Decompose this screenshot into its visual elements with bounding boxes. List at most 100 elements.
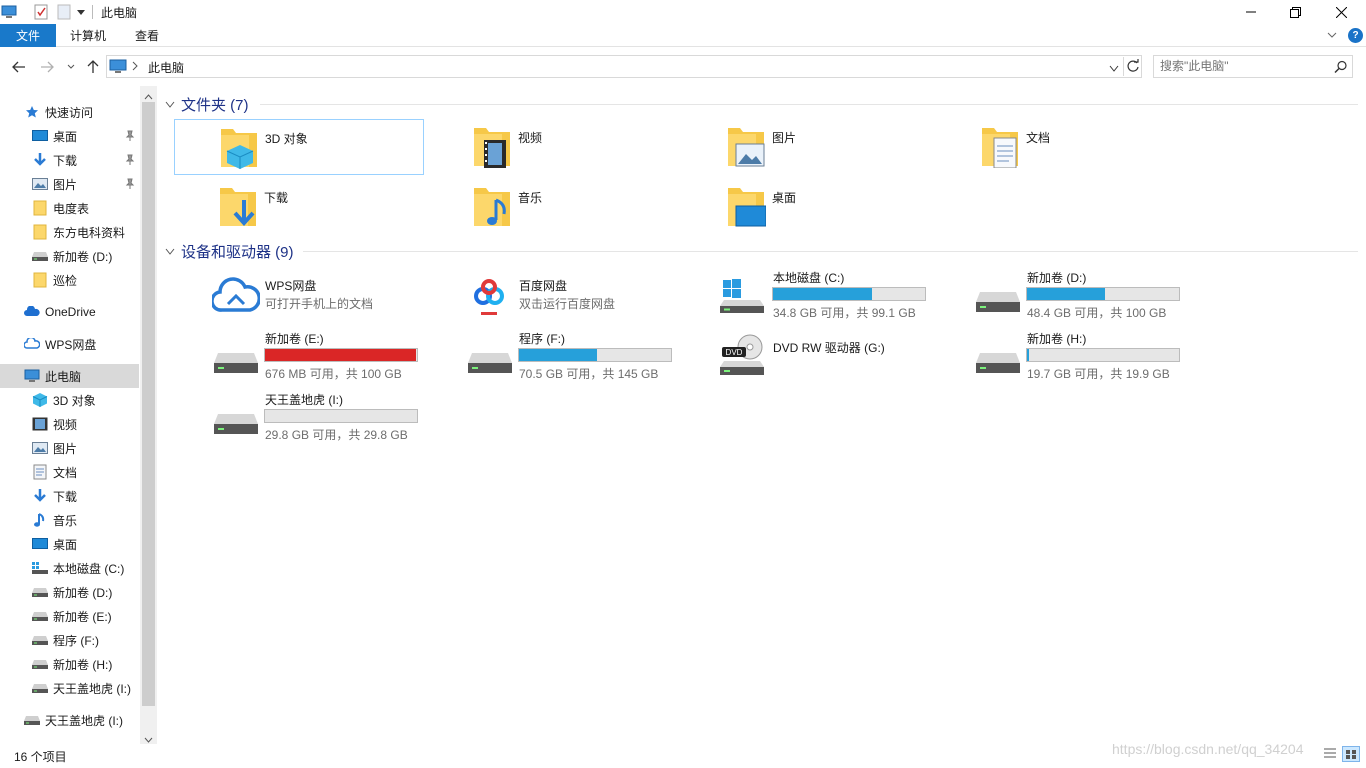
drive-space-info: 48.4 GB 可用，共 100 GB	[1027, 306, 1167, 320]
nav-item-folder[interactable]: 巡检	[0, 268, 139, 292]
pin-icon[interactable]	[125, 178, 135, 190]
drive-tile-h[interactable]: 新加卷 (H:) 19.7 GB 可用，共 19.9 GB	[970, 327, 1210, 383]
tiles-view-icon[interactable]	[1342, 746, 1360, 762]
devices-group-header[interactable]: 设备和驱动器 (9)	[165, 241, 294, 262]
nav-quick-access[interactable]: 快速访问	[0, 100, 139, 124]
nav-item-downloads[interactable]: 下载	[0, 484, 139, 508]
drive-name: 程序 (F:)	[519, 332, 565, 346]
wps-cloud-icon	[210, 274, 261, 317]
nav-item-documents[interactable]: 文档	[0, 460, 139, 484]
nav-item-drive-d[interactable]: 新加卷 (D:)	[0, 580, 139, 604]
folder-tile-music[interactable]: 音乐	[428, 179, 678, 235]
forward-arrow-icon[interactable]	[38, 57, 56, 77]
folder-label: 音乐	[518, 191, 543, 205]
up-arrow-icon[interactable]	[84, 57, 102, 77]
restore-button[interactable]	[1272, 0, 1318, 24]
folder-tile-documents[interactable]: 文档	[936, 119, 1186, 175]
cube-icon	[32, 392, 48, 408]
pin-icon[interactable]	[125, 130, 135, 142]
breadcrumb-separator-icon[interactable]	[132, 60, 138, 74]
minimize-button[interactable]	[1228, 0, 1274, 24]
address-dropdown-chevron-icon[interactable]	[1109, 62, 1119, 76]
scroll-down-arrow-icon[interactable]	[144, 732, 153, 746]
nav-scrollbar[interactable]	[140, 86, 157, 744]
folder-videos-icon	[472, 124, 512, 171]
nav-label: 下载	[53, 489, 78, 504]
nav-label: 天王盖地虎 (I:)	[53, 681, 131, 696]
nav-item-desktop[interactable]: 桌面	[0, 124, 139, 148]
nav-label: 3D 对象	[53, 393, 96, 408]
nav-item-drive-e[interactable]: 新加卷 (E:)	[0, 604, 139, 628]
group-divider	[260, 104, 1358, 105]
nav-wps[interactable]: WPS网盘	[0, 332, 139, 356]
tab-computer[interactable]: 计算机	[58, 24, 118, 47]
customize-toolbar-dropdown[interactable]	[75, 3, 87, 21]
tab-view[interactable]: 查看	[122, 24, 172, 47]
search-input[interactable]	[1160, 59, 1330, 73]
folders-group-header[interactable]: 文件夹 (7)	[165, 94, 249, 115]
expand-ribbon-chevron-icon[interactable]	[1325, 28, 1341, 44]
nav-item-videos[interactable]: 视频	[0, 412, 139, 436]
nav-item-drive-c[interactable]: 本地磁盘 (C:)	[0, 556, 139, 580]
folder-label: 桌面	[772, 191, 797, 205]
computer-icon[interactable]	[0, 3, 18, 21]
windows-drive-icon	[720, 278, 768, 317]
folder-tile-downloads[interactable]: 下载	[174, 179, 424, 235]
nav-onedrive[interactable]: OneDrive	[0, 300, 139, 324]
nav-item-drive-h[interactable]: 新加卷 (H:)	[0, 652, 139, 676]
drive-tile-d[interactable]: 新加卷 (D:) 48.4 GB 可用，共 100 GB	[970, 266, 1210, 322]
back-arrow-icon[interactable]	[10, 57, 28, 77]
breadcrumb-this-pc[interactable]: 此电脑	[148, 59, 184, 76]
folder-tile-desktop[interactable]: 桌面	[682, 179, 932, 235]
wps-cloud-icon	[24, 336, 40, 352]
drive-tile-i[interactable]: 天王盖地虎 (I:) 29.8 GB 可用，共 29.8 GB	[208, 388, 448, 444]
drive-tile-e[interactable]: 新加卷 (E:) 676 MB 可用，共 100 GB	[208, 327, 448, 383]
nav-item-desktop[interactable]: 桌面	[0, 532, 139, 556]
nav-removable-drive-i[interactable]: 天王盖地虎 (I:)	[0, 708, 139, 732]
dvd-drive-tile-g[interactable]: DVD DVD RW 驱动器 (G:)	[716, 327, 956, 383]
nav-item-pictures[interactable]: 图片	[0, 172, 139, 196]
pin-icon[interactable]	[125, 154, 135, 166]
nav-item-downloads[interactable]: 下载	[0, 148, 139, 172]
drive-name: DVD RW 驱动器 (G:)	[773, 341, 885, 355]
nav-item-drive-f[interactable]: 程序 (F:)	[0, 628, 139, 652]
search-icon[interactable]	[1334, 60, 1348, 77]
nav-item-drive-d[interactable]: 新加卷 (D:)	[0, 244, 139, 268]
folders-group-title: 文件夹 (7)	[181, 97, 249, 114]
search-box[interactable]	[1153, 55, 1353, 78]
nav-item-folder[interactable]: 东方电科资料	[0, 220, 139, 244]
folder-tile-3d-objects[interactable]: 3D 对象	[174, 119, 424, 175]
drive-tile-f[interactable]: 程序 (F:) 70.5 GB 可用，共 145 GB	[462, 327, 702, 383]
nav-item-folder[interactable]: 电度表	[0, 196, 139, 220]
nav-this-pc[interactable]: 此电脑	[0, 364, 139, 388]
wps-cloud-tile[interactable]: WPS网盘 可打开手机上的文档	[208, 270, 448, 326]
drive-space-info: 676 MB 可用，共 100 GB	[265, 367, 402, 381]
baidu-netdisk-tile[interactable]: 百度网盘 双击运行百度网盘	[462, 270, 702, 326]
refresh-icon[interactable]	[1126, 59, 1140, 76]
film-icon	[32, 416, 48, 432]
scroll-up-arrow-icon[interactable]	[144, 89, 153, 103]
baidu-netdisk-icon	[466, 272, 512, 321]
tab-file[interactable]: 文件	[0, 24, 56, 47]
nav-item-pictures[interactable]: 图片	[0, 436, 139, 460]
close-button[interactable]	[1318, 0, 1364, 24]
address-bar[interactable]: 此电脑	[106, 55, 1142, 78]
drive-tile-c[interactable]: 本地磁盘 (C:) 34.8 GB 可用，共 99.1 GB	[716, 266, 956, 322]
help-button[interactable]: ?	[1348, 28, 1363, 43]
nav-item-drive-i[interactable]: 天王盖地虎 (I:)	[0, 676, 139, 700]
nav-item-music[interactable]: 音乐	[0, 508, 139, 532]
nav-item-3d-objects[interactable]: 3D 对象	[0, 388, 139, 412]
recent-locations-chevron-icon[interactable]	[64, 57, 78, 77]
navigation-pane: 快速访问 桌面 下载 图片 电度表 东方电科资料 新加卷 (D:) 巡检 One…	[0, 86, 157, 744]
nav-label: 本地磁盘 (C:)	[53, 561, 125, 576]
devices-group-title: 设备和驱动器 (9)	[181, 244, 294, 261]
address-divider	[1123, 57, 1124, 76]
details-view-icon[interactable]	[1322, 746, 1338, 765]
folder-tile-pictures[interactable]: 图片	[682, 119, 932, 175]
new-folder-icon[interactable]	[56, 3, 72, 21]
nav-label: 快速访问	[45, 105, 94, 120]
scroll-thumb[interactable]	[142, 102, 155, 706]
folder-tile-videos[interactable]: 视频	[428, 119, 678, 175]
drive-usage-bar	[264, 348, 418, 362]
properties-icon[interactable]	[33, 3, 49, 21]
